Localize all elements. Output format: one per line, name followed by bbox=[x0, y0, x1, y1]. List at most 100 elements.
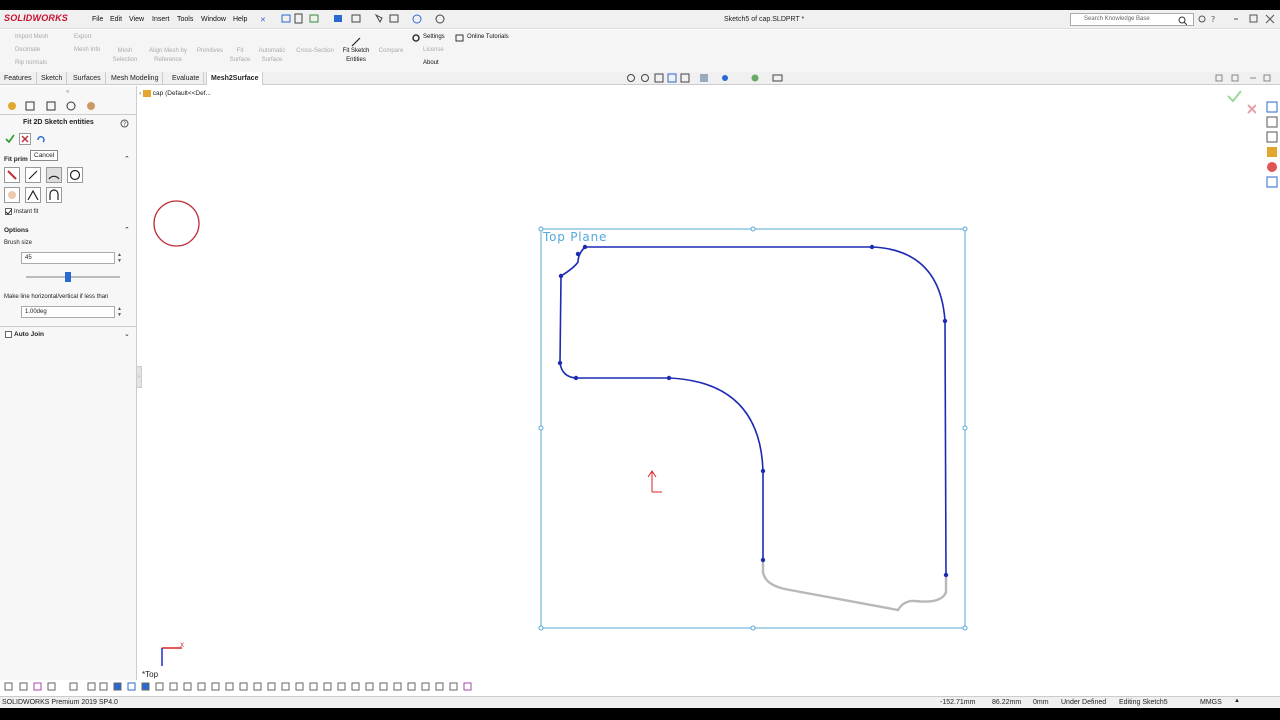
brush-fit-button[interactable] bbox=[4, 167, 20, 183]
window-controls[interactable]: ? bbox=[1198, 14, 1278, 24]
primitives-button[interactable]: Primitives bbox=[193, 47, 227, 56]
menu-help[interactable]: Help bbox=[233, 16, 247, 23]
brush-size-spinner[interactable]: ▲ ▼ bbox=[117, 252, 122, 264]
cross-section-button[interactable]: Cross-Section bbox=[292, 47, 338, 56]
tab-sketch[interactable]: Sketch bbox=[37, 72, 68, 85]
menu-insert[interactable]: Insert bbox=[152, 16, 170, 23]
panel-collapse-handle[interactable]: « bbox=[66, 89, 69, 95]
circle-fit-button[interactable] bbox=[67, 167, 83, 183]
rip-normals-button[interactable]: Rip normals bbox=[15, 59, 47, 68]
fit-primitives-collapse[interactable]: ⌃ bbox=[124, 155, 130, 163]
status-bar: SOLIDWORKS Premium 2019 SP4.0 -152.71mm … bbox=[0, 696, 1280, 708]
brush-size-slider-thumb[interactable] bbox=[65, 272, 71, 282]
command-tabs: Features Sketch Surfaces Mesh Modeling E… bbox=[0, 72, 1280, 85]
solidworks-logo: SOLIDWORKS bbox=[4, 13, 68, 23]
tab-mesh-modeling[interactable]: Mesh Modeling bbox=[107, 72, 164, 85]
units-dropdown-icon[interactable]: ▲ bbox=[1234, 698, 1240, 704]
arc-fit-button[interactable] bbox=[46, 167, 62, 183]
fillet-fit-button[interactable] bbox=[46, 187, 62, 203]
confirmation-corner[interactable] bbox=[1226, 88, 1256, 118]
editing-status: Editing Sketch5 bbox=[1119, 699, 1168, 706]
view-orientation-label: *Top bbox=[142, 670, 159, 679]
fit-surface-button[interactable]: Fit Surface bbox=[228, 47, 252, 65]
line-fit-button[interactable] bbox=[25, 167, 41, 183]
menu-file[interactable]: File bbox=[92, 16, 103, 23]
svg-text:?: ? bbox=[123, 121, 126, 128]
menu-edit[interactable]: Edit bbox=[110, 16, 122, 23]
cursor-z: 0mm bbox=[1033, 699, 1049, 706]
unit-system[interactable]: MMGS bbox=[1200, 699, 1222, 706]
svg-text:X: X bbox=[180, 642, 184, 649]
fit-primitives-heading: Fit prim bbox=[4, 156, 28, 163]
cursor-x: -152.71mm bbox=[940, 699, 976, 706]
auto-join-checkbox[interactable] bbox=[5, 331, 12, 338]
angle-threshold-input[interactable]: 1.00deg bbox=[21, 306, 115, 318]
license-link[interactable]: License bbox=[423, 46, 444, 55]
manager-tabs[interactable] bbox=[4, 100, 100, 112]
undo-arrow-icon[interactable] bbox=[36, 134, 46, 144]
menu-view[interactable]: View bbox=[129, 16, 144, 23]
title-bar: SOLIDWORKS File Edit View Insert Tools W… bbox=[0, 10, 1280, 29]
settings-link[interactable]: Settings bbox=[423, 33, 445, 42]
instant-fit-checkbox[interactable] bbox=[5, 208, 12, 215]
menu-window[interactable]: Window bbox=[201, 16, 226, 23]
compare-button[interactable]: Compare bbox=[374, 47, 408, 56]
task-pane-tabs[interactable] bbox=[1266, 101, 1279, 191]
auto-join-expand[interactable]: ⌄ bbox=[124, 330, 130, 338]
feature-tree-flyout[interactable]: › cap (Default<<Def... bbox=[139, 90, 211, 97]
fit-sketch-entities-button[interactable]: Fit Sketch Entities bbox=[338, 47, 374, 65]
spline-fit-button[interactable] bbox=[4, 187, 20, 203]
brush-cursor-circle bbox=[153, 200, 200, 247]
property-manager-panel: « Fit 2D Sketch entities ? Cancel Fit pr… bbox=[0, 86, 142, 680]
mesh-selection-button[interactable]: Mesh Selection bbox=[110, 47, 140, 65]
heads-up-view-toolbar[interactable] bbox=[625, 73, 795, 84]
instant-fit-label: Instant fit bbox=[14, 209, 39, 215]
ok-checkmark-icon[interactable] bbox=[5, 134, 15, 144]
tab-features[interactable]: Features bbox=[0, 72, 37, 85]
pin-icon[interactable]: ✕ bbox=[260, 16, 266, 24]
menu-tools[interactable]: Tools bbox=[177, 16, 193, 23]
graphics-viewport-sketch[interactable]: Top Plane bbox=[530, 220, 980, 640]
export-button[interactable]: Export bbox=[74, 33, 91, 42]
panel-title: Fit 2D Sketch entities bbox=[23, 119, 94, 126]
tab-mesh2surface[interactable]: Mesh2Surface bbox=[206, 72, 264, 85]
command-manager-ribbon: Import Mesh Export Decimate Mesh Info Ri… bbox=[0, 30, 1280, 72]
tab-evaluate[interactable]: Evaluate bbox=[168, 72, 205, 85]
help-icon[interactable]: ? bbox=[120, 119, 129, 128]
online-tutorials-link[interactable]: Online Tutorials bbox=[467, 33, 509, 42]
bottom-sketch-toolbar[interactable] bbox=[0, 680, 500, 694]
settings-gear-icon bbox=[412, 34, 420, 42]
document-title: Sketch5 of cap.SLDPRT * bbox=[724, 16, 805, 23]
sketch-state: Under Defined bbox=[1061, 699, 1107, 706]
top-plane-label: Top Plane bbox=[542, 230, 607, 244]
about-link[interactable]: About bbox=[423, 59, 439, 68]
auto-join-label: Auto Join bbox=[14, 331, 44, 338]
angle-spinner[interactable]: ▲ ▼ bbox=[117, 306, 122, 318]
options-collapse[interactable]: ⌃ bbox=[124, 226, 130, 234]
brush-size-slider-track[interactable] bbox=[26, 276, 120, 278]
make-line-label: Make line horizontal/vertical if less th… bbox=[4, 294, 109, 300]
search-placeholder: Search Knowledge Base bbox=[1084, 16, 1150, 22]
viewport-window-controls[interactable] bbox=[1214, 73, 1278, 84]
search-icon[interactable] bbox=[1178, 16, 1187, 25]
quick-access-toolbar[interactable] bbox=[280, 13, 455, 25]
search-knowledge-base-input[interactable]: Search Knowledge Base bbox=[1070, 13, 1194, 26]
cancel-x-icon[interactable] bbox=[19, 133, 31, 145]
view-triad: X bbox=[161, 642, 184, 666]
options-heading: Options bbox=[4, 227, 29, 234]
part-icon bbox=[142, 90, 151, 97]
brush-size-input[interactable]: 45 bbox=[21, 252, 115, 264]
panel-splitter-handle[interactable]: › bbox=[136, 366, 142, 388]
import-mesh-button[interactable]: Import Mesh bbox=[15, 33, 48, 42]
tab-surfaces[interactable]: Surfaces bbox=[69, 72, 106, 85]
feature-tree-item: cap (Default<<Def... bbox=[152, 90, 211, 98]
top-letterbox bbox=[0, 0, 1280, 10]
automatic-surface-button[interactable]: Automatic Surface bbox=[254, 47, 290, 65]
decimate-button[interactable]: Decimate bbox=[15, 46, 40, 55]
corner-fit-button[interactable] bbox=[25, 187, 41, 203]
svg-text:?: ? bbox=[1211, 15, 1215, 24]
mesh-info-button[interactable]: Mesh Info bbox=[74, 46, 100, 55]
align-mesh-button[interactable]: Align Mesh by Reference bbox=[146, 47, 190, 65]
cancel-tooltip: Cancel bbox=[30, 150, 59, 161]
brush-size-label: Brush size bbox=[4, 240, 33, 246]
